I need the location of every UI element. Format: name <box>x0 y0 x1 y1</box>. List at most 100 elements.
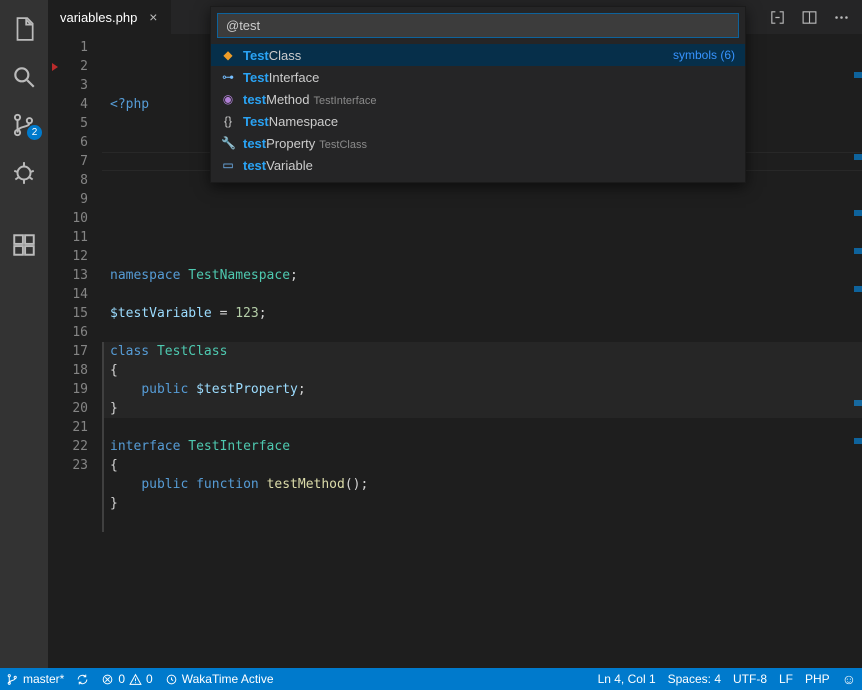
split-editor-button[interactable] <box>800 8 818 26</box>
activity-bar: 2 <box>0 0 48 668</box>
activity-debug[interactable] <box>0 152 48 194</box>
line-number: 16 <box>48 323 102 342</box>
code-line[interactable]: $testVariable = 123; <box>102 304 862 323</box>
line-number: 15 <box>48 304 102 323</box>
more-actions-button[interactable] <box>832 8 850 26</box>
code-line[interactable]: interface TestInterface <box>102 437 862 456</box>
git-branch-icon <box>6 673 19 686</box>
symbol-picker-item[interactable]: ◉testMethodTestInterface <box>211 88 745 110</box>
wakatime-label: WakaTime Active <box>182 672 274 686</box>
diff-icon <box>769 9 786 26</box>
indent-label: Spaces: 4 <box>668 672 721 686</box>
status-cursor[interactable]: Ln 4, Col 1 <box>592 668 662 690</box>
symbol-picker-item[interactable]: ⊶ TestInterface <box>211 66 745 88</box>
symbol-label: testMethodTestInterface <box>243 92 735 107</box>
sync-icon <box>76 673 89 686</box>
line-number: 2 <box>48 57 102 76</box>
symbol-label: TestClass <box>243 48 665 63</box>
smile-icon: ☺ <box>842 671 856 687</box>
status-feedback[interactable]: ☺ <box>836 668 862 690</box>
line-number: 1 <box>48 38 102 57</box>
eol-label: LF <box>779 672 793 686</box>
tab-variables-php[interactable]: variables.php × <box>48 0 172 34</box>
line-number: 10 <box>48 209 102 228</box>
symbol-count: symbols (6) <box>673 48 735 62</box>
line-number: 17 <box>48 342 102 361</box>
scm-badge: 2 <box>27 125 42 140</box>
line-number: 5 <box>48 114 102 133</box>
line-number: 6 <box>48 133 102 152</box>
line-number: 4 <box>48 95 102 114</box>
line-number: 19 <box>48 380 102 399</box>
line-number: 18 <box>48 361 102 380</box>
symbol-label: testVariable <box>243 158 735 173</box>
code-line[interactable]: } <box>102 494 862 513</box>
property-icon: 🔧 <box>221 136 235 150</box>
activity-search[interactable] <box>0 56 48 98</box>
line-number: 23 <box>48 456 102 475</box>
cursor-label: Ln 4, Col 1 <box>598 672 656 686</box>
split-icon <box>801 9 818 26</box>
status-sync[interactable] <box>70 668 95 690</box>
code-line[interactable] <box>102 228 862 247</box>
line-number: 20 <box>48 399 102 418</box>
symbol-picker-item[interactable]: {}TestNamespace <box>211 110 745 132</box>
symbol-picker-item[interactable]: ▭ testVariable <box>211 154 745 176</box>
code-line[interactable] <box>102 209 862 228</box>
files-icon <box>11 16 37 42</box>
code-line[interactable]: { <box>102 361 862 380</box>
code-line[interactable]: namespace TestNamespace; <box>102 266 862 285</box>
namespace-icon: {} <box>221 114 235 128</box>
status-branch[interactable]: master* <box>0 668 70 690</box>
symbol-picker-list: ◆TestClasssymbols (6)⊶TestInterface◉test… <box>211 44 745 182</box>
code-line[interactable] <box>102 513 862 532</box>
bug-icon <box>11 160 37 186</box>
errors-count: 0 <box>118 672 125 686</box>
code-line[interactable]: public $testProperty; <box>102 380 862 399</box>
symbol-picker-item[interactable]: 🔧testPropertyTestClass <box>211 132 745 154</box>
code-line[interactable] <box>102 418 862 437</box>
editor-actions <box>756 0 862 34</box>
line-number: 3 <box>48 76 102 95</box>
status-problems[interactable]: 0 0 <box>95 668 158 690</box>
search-icon <box>11 64 37 90</box>
status-wakatime[interactable]: WakaTime Active <box>159 668 280 690</box>
code-line[interactable] <box>102 323 862 342</box>
line-number: 11 <box>48 228 102 247</box>
language-label: PHP <box>805 672 830 686</box>
warning-icon <box>129 673 142 686</box>
line-numbers: 1234567891011121314151617181920212223 <box>48 34 102 668</box>
activity-explorer[interactable] <box>0 8 48 50</box>
editor-group: variables.php × 123456789101112131415161… <box>48 0 862 668</box>
code-line[interactable] <box>102 247 862 266</box>
open-changes-button[interactable] <box>768 8 786 26</box>
line-number: 22 <box>48 437 102 456</box>
status-language[interactable]: PHP <box>799 668 836 690</box>
activity-scm[interactable]: 2 <box>0 104 48 146</box>
encoding-label: UTF-8 <box>733 672 767 686</box>
code-line[interactable] <box>102 285 862 304</box>
status-bar: master* 0 0 WakaTime Active Ln 4, Col 1 … <box>0 668 862 690</box>
code-line[interactable]: { <box>102 456 862 475</box>
variable-icon: ▭ <box>221 158 235 172</box>
line-number: 13 <box>48 266 102 285</box>
line-number: 12 <box>48 247 102 266</box>
tab-label: variables.php <box>60 10 137 25</box>
code-line[interactable]: public function testMethod(); <box>102 475 862 494</box>
line-number: 21 <box>48 418 102 437</box>
status-indent[interactable]: Spaces: 4 <box>662 668 727 690</box>
activity-extensions[interactable] <box>0 224 48 266</box>
tab-close-button[interactable]: × <box>145 9 161 25</box>
symbol-label: TestInterface <box>243 70 735 85</box>
code-line[interactable]: class TestClass <box>102 342 862 361</box>
code-line[interactable]: } <box>102 399 862 418</box>
warnings-count: 0 <box>146 672 153 686</box>
branch-label: master* <box>23 672 64 686</box>
ruler-mark[interactable] <box>854 72 862 78</box>
symbol-picker-item[interactable]: ◆TestClasssymbols (6) <box>211 44 745 66</box>
symbol-picker-input[interactable] <box>217 13 739 38</box>
interface-icon: ⊶ <box>221 70 235 84</box>
code-line[interactable] <box>102 190 862 209</box>
status-encoding[interactable]: UTF-8 <box>727 668 773 690</box>
status-eol[interactable]: LF <box>773 668 799 690</box>
